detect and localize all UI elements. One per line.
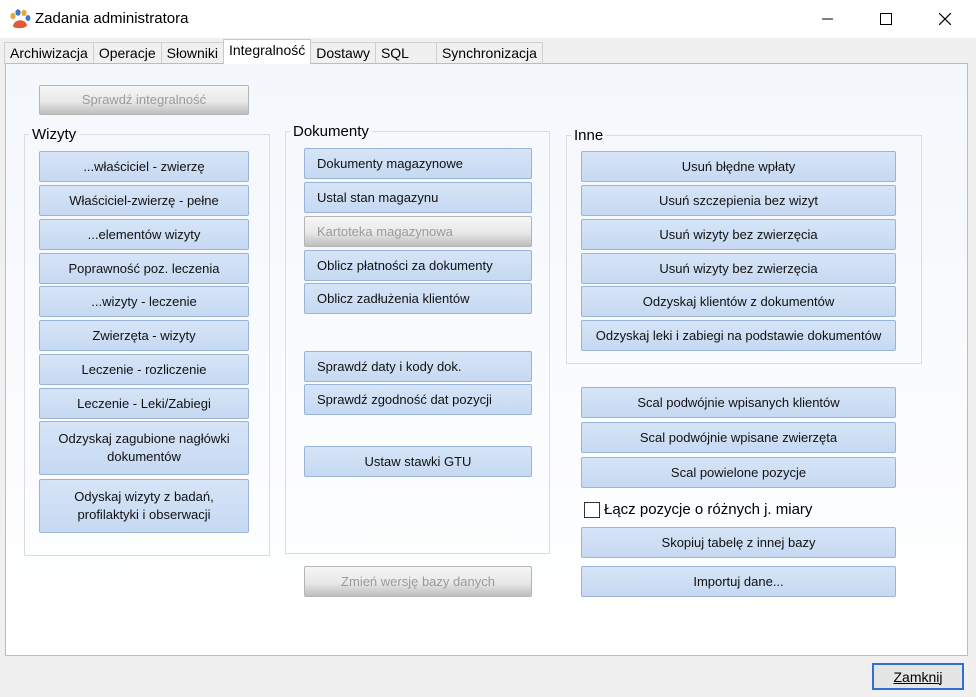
- app-paw-icon: [10, 9, 31, 29]
- window-title: Zadania administratora: [35, 10, 189, 27]
- close-dialog-button[interactable]: Zamknij: [872, 663, 964, 690]
- tab-slowniki[interactable]: Słowniki: [160, 42, 224, 64]
- close-icon: [939, 13, 951, 25]
- remove-vaccinations-button[interactable]: Usuń szczepienia bez wizyt: [581, 185, 896, 216]
- animals-visits-button[interactable]: Zwierzęta - wizyty: [39, 320, 249, 351]
- check-item-dates-button[interactable]: Sprawdź zgodność dat pozycji: [304, 384, 532, 415]
- recover-drugs-procedures-button[interactable]: Odzyskaj leki i zabiegi na podstawie dok…: [581, 320, 896, 351]
- warehouse-card-button[interactable]: Kartoteka magazynowa: [304, 216, 532, 247]
- compute-payments-button[interactable]: Oblicz płatności za dokumenty: [304, 250, 532, 281]
- inne-group-label: Inne: [571, 127, 607, 144]
- dokumenty-group-label: Dokumenty: [290, 123, 372, 140]
- wizyty-group-label: Wizyty: [29, 126, 80, 143]
- set-stock-button[interactable]: Ustal stan magazynu: [304, 182, 532, 213]
- set-gtu-rates-button[interactable]: Ustaw stawki GTU: [304, 446, 532, 477]
- import-data-button[interactable]: Importuj dane...: [581, 566, 896, 597]
- treatment-items-button[interactable]: Poprawność poz. leczenia: [39, 253, 249, 284]
- check-dates-codes-button[interactable]: Sprawdź daty i kody dok.: [304, 351, 532, 382]
- combine-units-checkbox[interactable]: [584, 502, 600, 518]
- integrity-panel: Sprawdź integralność Wizyty ...właścicie…: [5, 63, 968, 656]
- recover-doc-headers-button[interactable]: Odzyskaj zagubione nagłówki dokumentów: [39, 421, 249, 475]
- maximize-button[interactable]: [857, 0, 915, 38]
- tab-dostawy[interactable]: Dostawy: [310, 42, 376, 64]
- tab-sql[interactable]: SQL: [374, 42, 437, 64]
- minimize-button[interactable]: [799, 0, 857, 38]
- warehouse-docs-button[interactable]: Dokumenty magazynowe: [304, 148, 532, 179]
- tab-strip: Archiwizacja Operacje Słowniki Integraln…: [4, 39, 543, 64]
- merge-clients-button[interactable]: Scal podwójnie wpisanych klientów: [581, 387, 896, 418]
- minimize-icon: [822, 18, 833, 20]
- merge-items-button[interactable]: Scal powielone pozycje: [581, 457, 896, 488]
- visit-treatment-button[interactable]: ...wizyty - leczenie: [39, 286, 249, 317]
- close-window-button[interactable]: [916, 0, 974, 38]
- visit-owner-animal-button[interactable]: ...właściciel - zwierzę: [39, 151, 249, 182]
- tab-operacje[interactable]: Operacje: [92, 42, 162, 64]
- close-dialog-label: Zamknij: [893, 668, 943, 685]
- treatment-drugs-procedures-button[interactable]: Leczenie - Leki/Zabiegi: [39, 388, 249, 419]
- treatment-settlement-button[interactable]: Leczenie - rozliczenie: [39, 354, 249, 385]
- maximize-icon: [880, 13, 892, 25]
- remove-bad-payments-button[interactable]: Usuń błędne wpłaty: [581, 151, 896, 182]
- tab-integralnosc[interactable]: Integralność: [222, 39, 312, 64]
- title-bar: Zadania administratora: [0, 0, 976, 38]
- tab-archiwizacja[interactable]: Archiwizacja: [4, 42, 94, 64]
- remove-visits-no-animal-button[interactable]: Usuń wizyty bez zwierzęcia: [581, 219, 896, 250]
- merge-animals-button[interactable]: Scal podwójnie wpisane zwierzęta: [581, 422, 896, 453]
- remove-visits-no-animal-button-2[interactable]: Usuń wizyty bez zwierzęcia: [581, 253, 896, 284]
- change-db-version-button[interactable]: Zmień wersję bazy danych: [304, 566, 532, 597]
- recover-visits-button[interactable]: Odyskaj wizyty z badań, profilaktyki i o…: [39, 479, 249, 533]
- visit-elements-button[interactable]: ...elementów wizyty: [39, 219, 249, 250]
- owner-animal-full-button[interactable]: Właściciel-zwierzę - pełne: [39, 185, 249, 216]
- combine-units-label: Łącz pozycje o różnych j. miary: [604, 501, 813, 518]
- copy-table-button[interactable]: Skopiuj tabelę z innej bazy: [581, 527, 896, 558]
- compute-debts-button[interactable]: Oblicz zadłużenia klientów: [304, 283, 532, 314]
- check-integrity-button[interactable]: Sprawdź integralność: [39, 85, 249, 115]
- tab-synchronizacja[interactable]: Synchronizacja: [435, 42, 543, 64]
- recover-clients-button[interactable]: Odzyskaj klientów z dokumentów: [581, 286, 896, 317]
